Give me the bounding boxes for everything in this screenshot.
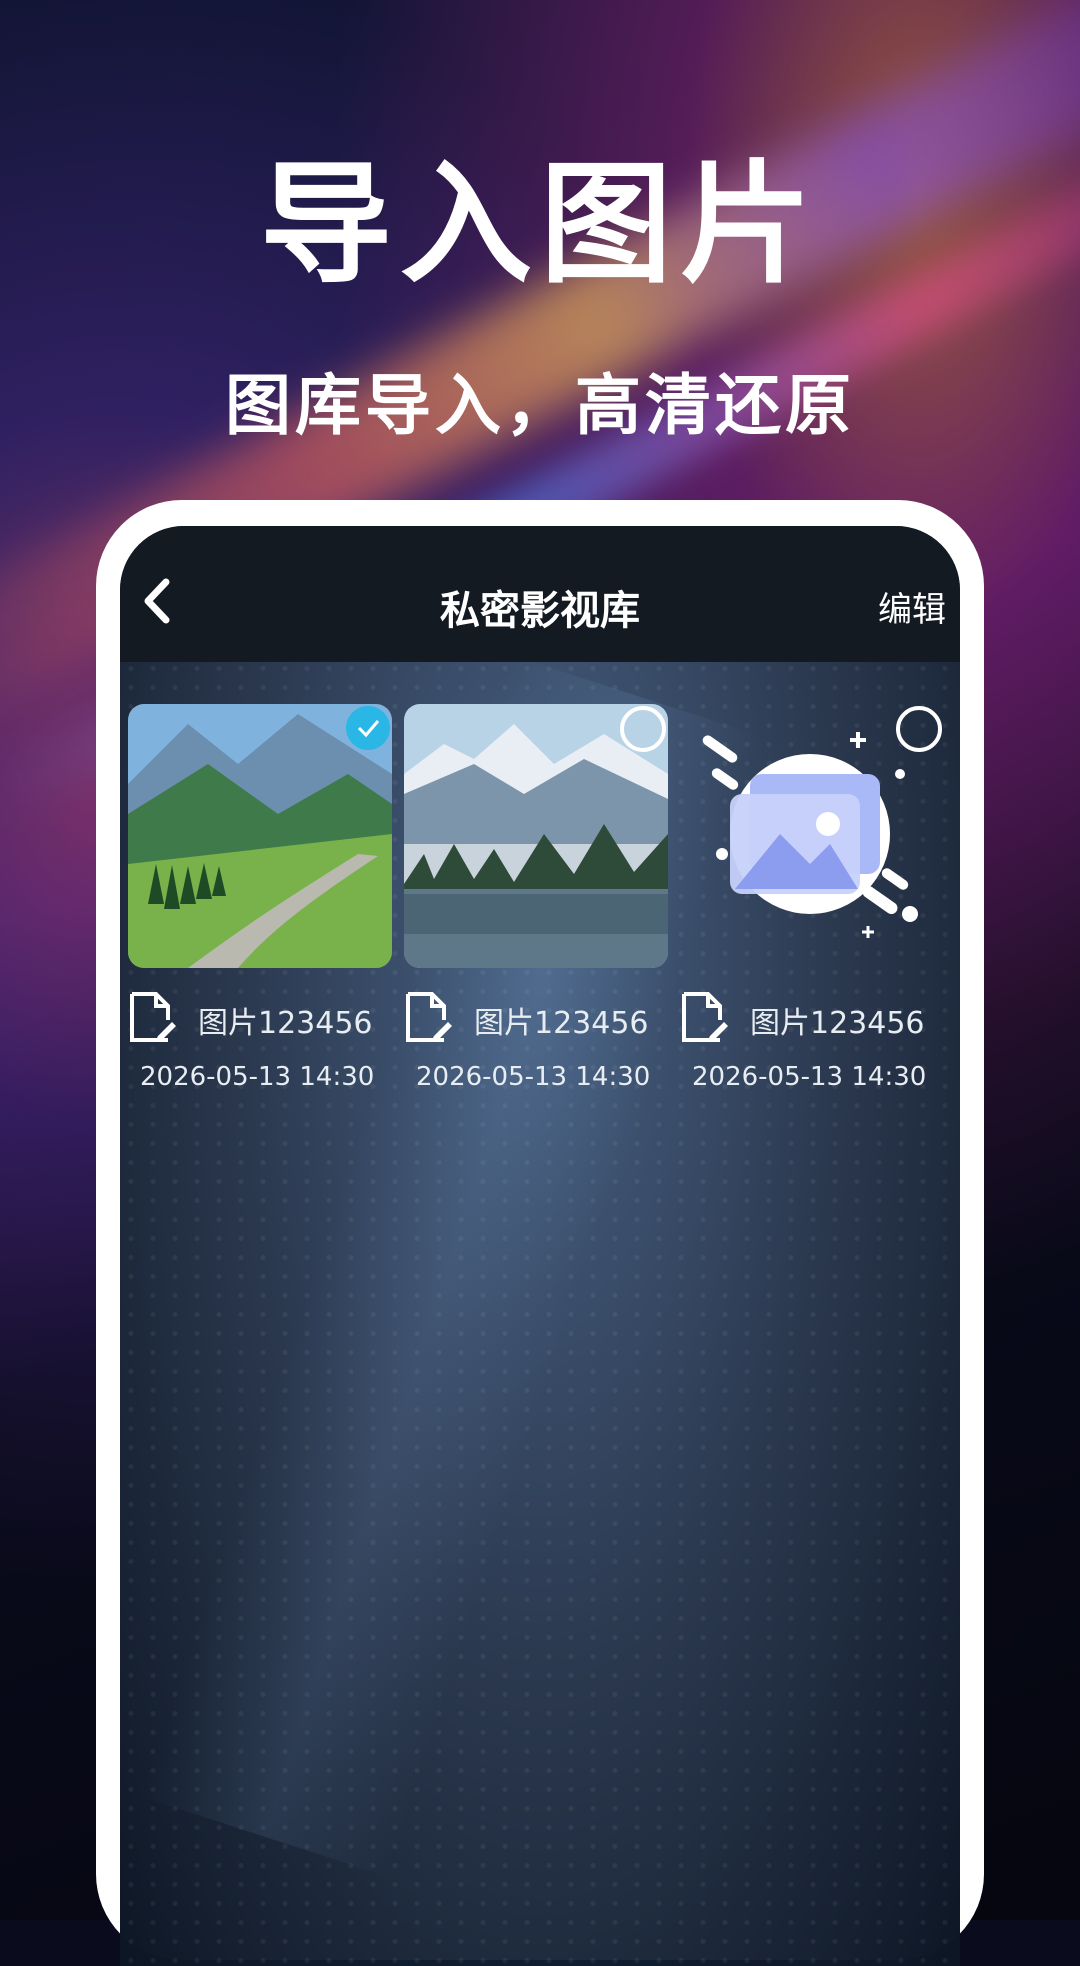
selected-check-icon[interactable] xyxy=(346,706,390,750)
photo-card[interactable]: 图片123456 2026-05-13 14:30 xyxy=(680,704,944,1092)
file-edit-icon xyxy=(128,990,178,1044)
navbar: 私密影视库 编辑 xyxy=(120,526,960,662)
unselected-circle-icon[interactable] xyxy=(620,706,666,752)
app-screen: 私密影视库 编辑 图片123456 2026-05-13 14:30 图片123… xyxy=(120,526,960,1966)
photo-card[interactable]: 图片123456 2026-05-13 14:30 xyxy=(404,704,668,1092)
photo-name: 图片123456 xyxy=(474,1006,649,1041)
file-edit-icon xyxy=(404,990,454,1044)
photo-date: 2026-05-13 14:30 xyxy=(140,1062,375,1092)
photo-date: 2026-05-13 14:30 xyxy=(692,1062,927,1092)
photo-meta: 图片123456 2026-05-13 14:30 xyxy=(680,988,944,1092)
photo-thumbnail[interactable] xyxy=(128,704,392,968)
image-placeholder-thumbnail[interactable] xyxy=(680,704,944,968)
photo-meta: 图片123456 2026-05-13 14:30 xyxy=(128,988,392,1092)
photo-name: 图片123456 xyxy=(198,1006,373,1041)
photo-meta: 图片123456 2026-05-13 14:30 xyxy=(404,988,668,1092)
photo-card[interactable]: 图片123456 2026-05-13 14:30 xyxy=(128,704,392,1092)
unselected-circle-icon[interactable] xyxy=(896,706,942,752)
edit-button[interactable]: 编辑 xyxy=(878,582,946,631)
promo-subline: 图库导入，高清还原 xyxy=(225,367,855,444)
photo-date: 2026-05-13 14:30 xyxy=(416,1062,651,1092)
promo-headline: 导入图片 xyxy=(260,148,820,302)
phone-frame: 私密影视库 编辑 图片123456 2026-05-13 14:30 图片123… xyxy=(96,500,984,1966)
page-title: 私密影视库 xyxy=(440,588,640,634)
file-edit-icon xyxy=(680,990,730,1044)
photo-thumbnail[interactable] xyxy=(404,704,668,968)
photo-name: 图片123456 xyxy=(750,1006,925,1041)
